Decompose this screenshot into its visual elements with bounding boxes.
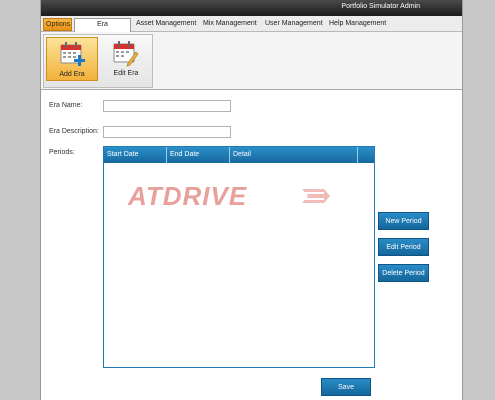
era-name-input[interactable]	[103, 100, 231, 112]
era-name-label: Era Name:	[49, 102, 83, 109]
tab-asset-management[interactable]: Asset Management	[134, 18, 198, 31]
tab-mix-management[interactable]: Mix Management	[201, 18, 259, 31]
save-button[interactable]: Save	[321, 378, 371, 396]
calendar-edit-icon	[113, 41, 139, 67]
menu-bar: Options Era Management Asset Management …	[41, 16, 462, 40]
edit-period-button[interactable]: Edit Period	[378, 238, 429, 256]
watermark-arrows	[302, 189, 330, 203]
delete-period-button[interactable]: Delete Period	[378, 264, 429, 282]
tab-help-management[interactable]: Help Management	[327, 18, 388, 31]
tab-era-management[interactable]: Era Management	[74, 18, 131, 40]
edit-era-label: Edit Era	[113, 70, 139, 77]
column-spacer	[358, 147, 374, 163]
add-era-button[interactable]: Add Era	[46, 37, 98, 81]
window-title: Portfolio Simulator Admin	[341, 3, 420, 10]
watermark-text: ATDRIVE	[127, 181, 247, 211]
era-description-label: Era Description:	[49, 128, 99, 135]
tab-user-management[interactable]: User Management	[263, 18, 325, 31]
new-period-button[interactable]: New Period	[378, 212, 429, 230]
add-era-label: Add Era	[59, 71, 85, 78]
calendar-add-icon	[60, 42, 85, 66]
title-bar: Portfolio Simulator Admin	[41, 0, 462, 16]
ribbon-group-era: Add Era Edit Era	[43, 34, 153, 88]
left-background	[0, 0, 40, 400]
periods-grid[interactable]: Start Date End Date Detail ATDRIVE	[103, 146, 375, 368]
column-end-date[interactable]: End Date	[167, 147, 230, 163]
periods-label: Periods:	[49, 149, 75, 156]
column-start-date[interactable]: Start Date	[104, 147, 167, 163]
app-window: Portfolio Simulator Admin Options Era Ma…	[40, 0, 463, 400]
column-detail[interactable]: Detail	[230, 147, 358, 163]
grid-header: Start Date End Date Detail	[104, 147, 374, 163]
edit-era-button[interactable]: Edit Era	[100, 37, 152, 81]
era-description-input[interactable]	[103, 126, 231, 138]
ribbon: Add Era Edit Era	[41, 32, 462, 90]
right-background	[463, 0, 495, 400]
tab-options[interactable]: Options	[43, 18, 72, 31]
atdrive-watermark: ATDRIVE	[127, 181, 330, 211]
